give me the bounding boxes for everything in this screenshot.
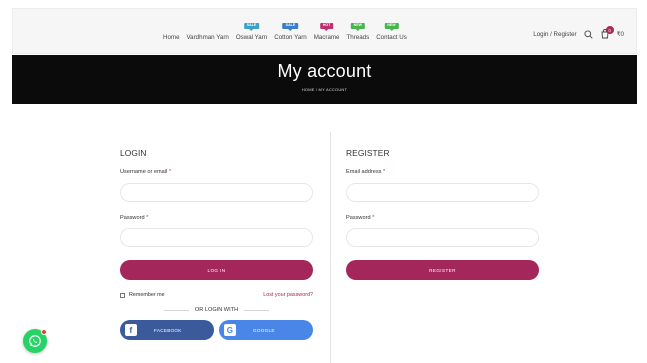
page-title-bar: My account HOME / MY ACCOUNT: [12, 55, 637, 104]
nav-label: Home: [163, 34, 180, 41]
google-label: GOOGLE: [253, 327, 275, 333]
nav-item-cotton-yarn[interactable]: SALE Cotton Yarn: [274, 23, 307, 41]
remember-me-checkbox[interactable]: [120, 292, 125, 298]
email-label: Email address *: [346, 169, 539, 175]
username-input[interactable]: [120, 182, 313, 202]
facebook-icon: f: [125, 324, 137, 336]
header-actions: Login / Register 0 ₹0: [533, 9, 624, 55]
required-mark: *: [146, 214, 149, 221]
new-badge: NEW: [384, 23, 399, 29]
nav-label: Threads: [346, 34, 370, 41]
register-button[interactable]: REGISTER: [346, 260, 539, 280]
site-header: Home Vardhman Yarn SALE Oswal Yarn SALE …: [12, 8, 637, 54]
cart-count-badge: 0: [605, 26, 614, 34]
password-label-text: Password: [120, 214, 145, 221]
nav-label: Oswal Yarn: [235, 34, 268, 41]
remember-me[interactable]: Remember me: [120, 292, 165, 298]
divider-line: [244, 309, 270, 311]
nav-label: Contact Us: [376, 34, 407, 41]
cart-total[interactable]: ₹0: [617, 31, 624, 38]
nav-item-home[interactable]: Home: [163, 34, 180, 41]
nav-item-vardhman-yarn[interactable]: Vardhman Yarn: [187, 34, 229, 41]
hot-badge: HOT: [319, 23, 334, 29]
nav-item-oswal-yarn[interactable]: SALE Oswal Yarn: [235, 23, 268, 41]
facebook-label: FACEBOOK: [154, 327, 182, 333]
cart-icon[interactable]: 0: [600, 26, 614, 39]
login-form: LOGIN Username or email * Password * LOG…: [120, 148, 313, 340]
page-title: My account: [277, 61, 372, 81]
nav-item-contact-us[interactable]: NEW Contact Us: [376, 23, 407, 41]
whatsapp-chat-button[interactable]: [23, 329, 47, 353]
login-button[interactable]: LOG IN: [120, 260, 313, 280]
search-icon[interactable]: [584, 29, 593, 39]
login-register-link[interactable]: Login / Register: [533, 31, 576, 38]
google-icon: G: [224, 324, 236, 336]
required-mark: *: [372, 214, 375, 221]
register-password-label-text: Password: [346, 214, 371, 221]
divider-line: [164, 309, 189, 311]
username-label-text: Username or email: [120, 169, 168, 175]
column-divider: [330, 132, 331, 363]
password-label: Password *: [120, 215, 313, 221]
whatsapp-icon: [29, 335, 41, 347]
login-options-row: Remember me Lost your password?: [120, 292, 313, 298]
register-form: REGISTER Email address * Password * REGI…: [346, 148, 539, 280]
nav-label: Cotton Yarn: [274, 34, 307, 41]
new-badge: NEW: [350, 23, 366, 29]
email-label-text: Email address: [346, 169, 382, 175]
social-login-row: f FACEBOOK G GOOGLE: [120, 320, 313, 340]
sale-badge: SALE: [282, 23, 299, 29]
main-nav: Home Vardhman Yarn SALE Oswal Yarn SALE …: [163, 9, 407, 55]
or-login-with-label: OR LOGIN WITH: [194, 307, 239, 313]
breadcrumb: HOME / MY ACCOUNT: [301, 87, 348, 92]
lost-password-link[interactable]: Lost your password?: [263, 292, 313, 298]
remember-me-label: Remember me: [129, 292, 165, 298]
nav-label: Vardhman Yarn: [186, 34, 229, 41]
nav-item-macrame[interactable]: HOT Macrame: [313, 23, 340, 41]
notification-dot: [41, 329, 47, 335]
username-label: Username or email *: [120, 169, 313, 175]
login-heading: LOGIN: [120, 148, 147, 158]
facebook-login-button[interactable]: f FACEBOOK: [120, 320, 214, 340]
or-login-with-divider: OR LOGIN WITH: [120, 307, 313, 313]
sale-badge: SALE: [243, 23, 260, 29]
nav-label: Macrame: [313, 34, 340, 41]
password-input[interactable]: [120, 228, 313, 247]
email-input[interactable]: [346, 182, 539, 202]
register-password-label: Password *: [346, 215, 539, 221]
required-mark: *: [383, 169, 386, 175]
register-heading: REGISTER: [346, 148, 390, 158]
required-mark: *: [168, 169, 172, 175]
register-password-input[interactable]: [346, 228, 539, 247]
nav-item-threads[interactable]: NEW Threads: [346, 23, 370, 41]
google-login-button[interactable]: G GOOGLE: [219, 320, 313, 340]
